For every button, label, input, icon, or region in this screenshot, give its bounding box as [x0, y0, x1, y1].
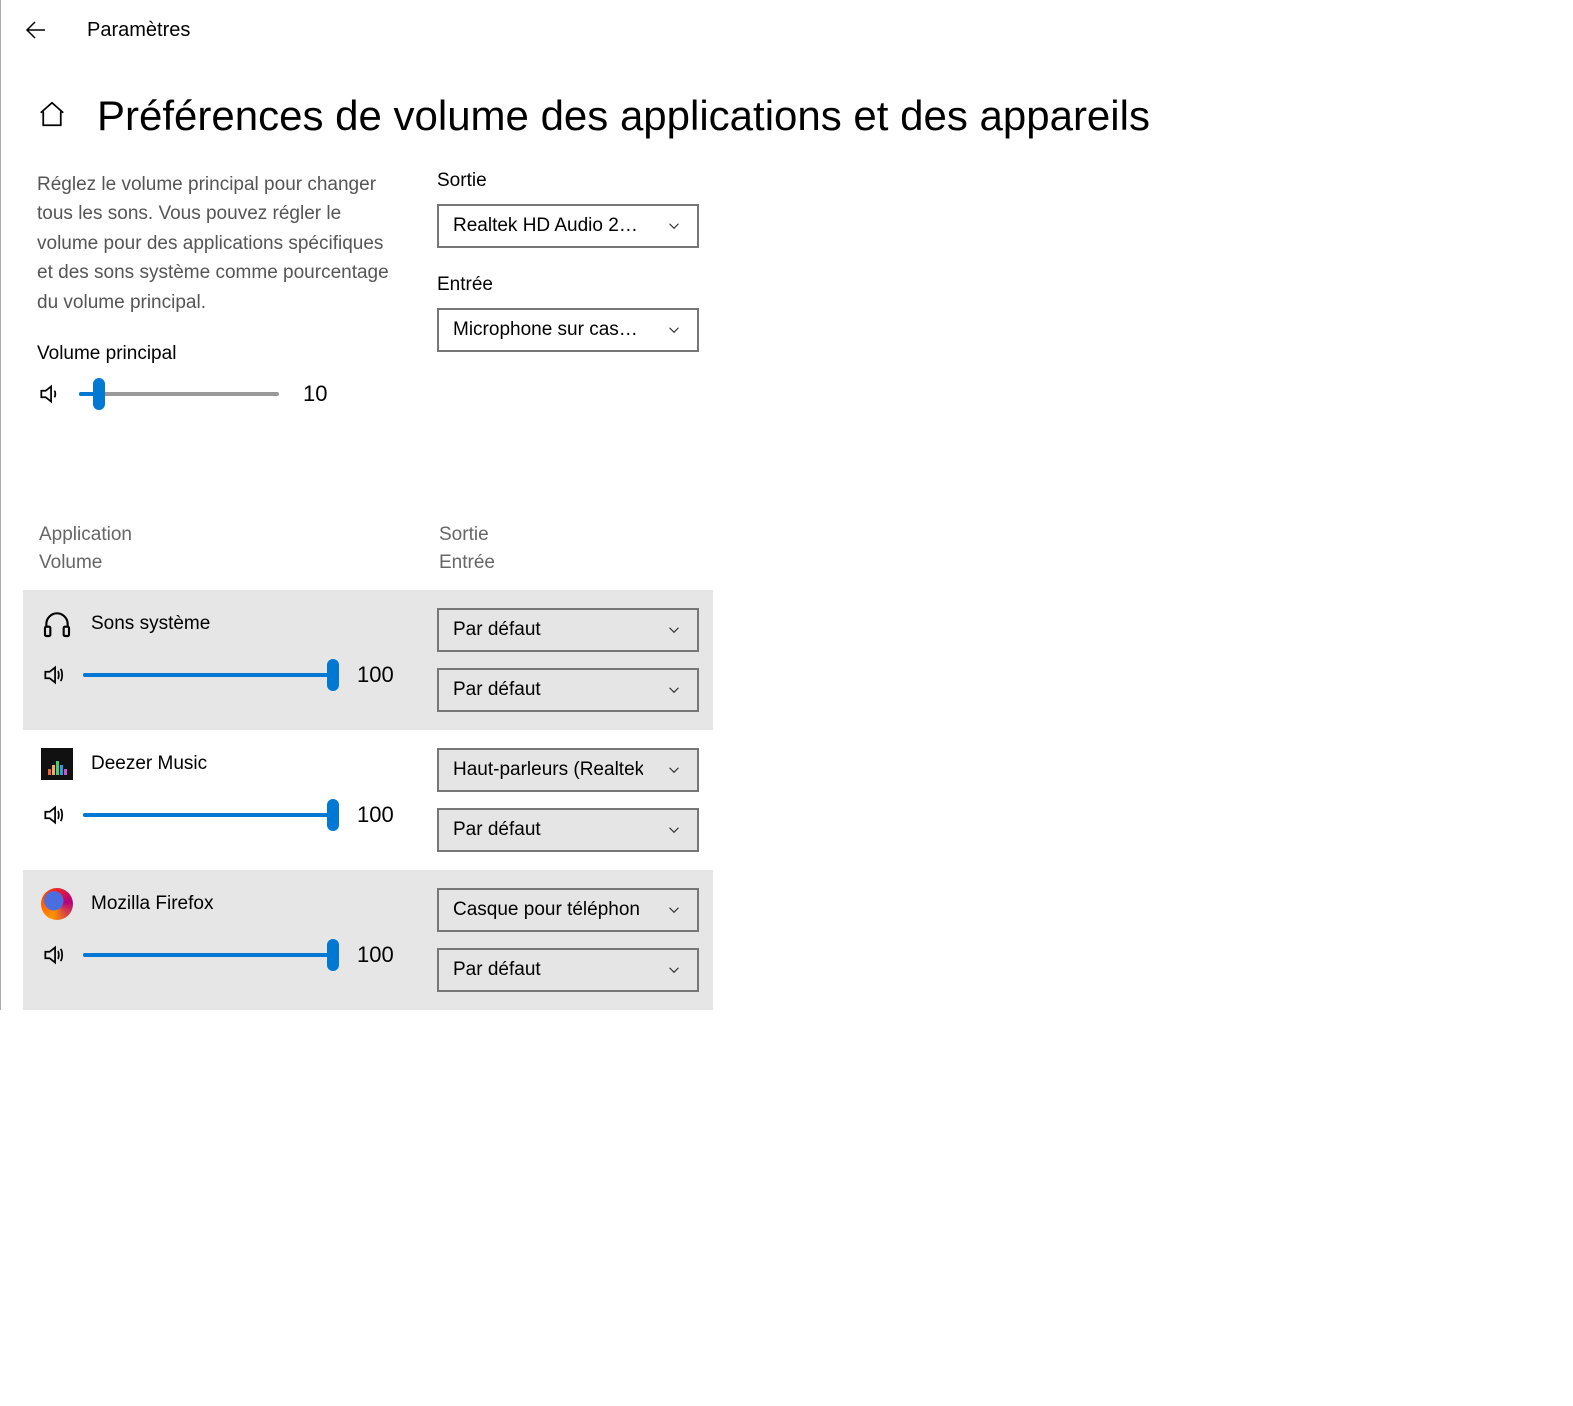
- app-row: Mozilla Firefox 100 Casque pour téléphon…: [23, 870, 713, 1010]
- window-title: Paramètres: [87, 19, 190, 42]
- app-row: Deezer Music 100 Haut-parleurs (Realtek …: [23, 730, 713, 870]
- app-volume-value: 100: [357, 942, 394, 968]
- description-text: Réglez le volume principal pour changer …: [37, 170, 397, 317]
- app-icon: [41, 748, 73, 780]
- app-input-dropdown[interactable]: Par défaut: [437, 948, 699, 992]
- app-volume-value: 100: [357, 802, 394, 828]
- speaker-icon[interactable]: [41, 662, 67, 688]
- chevron-down-icon: [665, 761, 683, 779]
- master-volume-value: 10: [303, 381, 327, 407]
- app-output-dropdown[interactable]: Par défaut: [437, 608, 699, 652]
- input-device-dropdown[interactable]: Microphone sur cas…: [437, 308, 699, 352]
- app-name: Mozilla Firefox: [91, 893, 213, 915]
- app-input-dropdown[interactable]: Par défaut: [437, 668, 699, 712]
- apps-header-application: Application: [39, 521, 439, 549]
- chevron-down-icon: [665, 321, 683, 339]
- app-icon: [41, 888, 73, 920]
- app-output-value: Casque pour téléphon: [453, 899, 640, 921]
- speaker-icon[interactable]: [41, 942, 67, 968]
- input-label: Entrée: [437, 274, 717, 296]
- app-row: Sons système 100 Par défaut Par défaut: [23, 590, 713, 730]
- home-button[interactable]: [37, 99, 67, 134]
- apps-header-volume: Volume: [39, 549, 439, 577]
- output-device-value: Realtek HD Audio 2…: [453, 215, 638, 237]
- chevron-down-icon: [665, 217, 683, 235]
- app-volume-slider[interactable]: [83, 813, 333, 817]
- app-input-value: Par défaut: [453, 959, 541, 981]
- input-device-value: Microphone sur cas…: [453, 319, 638, 341]
- app-name: Deezer Music: [91, 753, 207, 775]
- speaker-icon[interactable]: [41, 802, 67, 828]
- arrow-left-icon: [23, 18, 47, 42]
- app-volume-value: 100: [357, 662, 394, 688]
- page-title: Préférences de volume des applications e…: [97, 92, 1150, 140]
- app-volume-slider[interactable]: [83, 673, 333, 677]
- apps-header-input: Entrée: [439, 549, 495, 577]
- master-volume-slider[interactable]: [79, 392, 279, 396]
- app-input-value: Par défaut: [453, 819, 541, 841]
- chevron-down-icon: [665, 821, 683, 839]
- app-input-value: Par défaut: [453, 679, 541, 701]
- chevron-down-icon: [665, 901, 683, 919]
- chevron-down-icon: [665, 681, 683, 699]
- app-output-dropdown[interactable]: Haut-parleurs (Realtek: [437, 748, 699, 792]
- back-button[interactable]: [23, 18, 47, 42]
- app-input-dropdown[interactable]: Par défaut: [437, 808, 699, 852]
- output-device-dropdown[interactable]: Realtek HD Audio 2…: [437, 204, 699, 248]
- app-output-dropdown[interactable]: Casque pour téléphon: [437, 888, 699, 932]
- home-icon: [37, 99, 67, 129]
- master-volume-label: Volume principal: [37, 343, 397, 365]
- app-output-value: Par défaut: [453, 619, 541, 641]
- speaker-icon[interactable]: [37, 381, 63, 407]
- app-output-value: Haut-parleurs (Realtek: [453, 759, 643, 781]
- output-label: Sortie: [437, 170, 717, 192]
- app-icon: [41, 608, 73, 640]
- app-name: Sons système: [91, 613, 210, 635]
- chevron-down-icon: [665, 621, 683, 639]
- app-volume-slider[interactable]: [83, 953, 333, 957]
- chevron-down-icon: [665, 961, 683, 979]
- apps-header-output: Sortie: [439, 521, 495, 549]
